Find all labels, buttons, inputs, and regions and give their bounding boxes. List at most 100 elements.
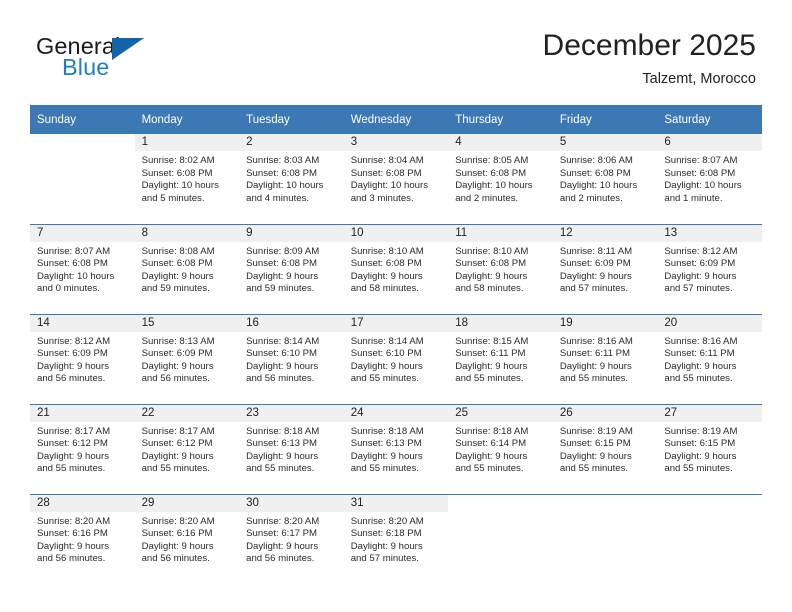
daylight-text-line1: Daylight: 9 hours: [37, 540, 109, 552]
daylight-text-line1: Daylight: 9 hours: [455, 360, 528, 372]
day-number: 19: [552, 314, 658, 332]
day-number: 27: [657, 404, 762, 422]
calendar-day-cell[interactable]: 5 Sunrise: 8:06 AM Sunset: 6:08 PM Daylight…: [552, 134, 658, 224]
calendar-day-cell[interactable]: 9 Sunrise: 8:09 AM Sunset: 6:08 PM Daylight…: [239, 223, 344, 314]
weekday-header-friday: Friday: [552, 105, 658, 134]
sunrise-text: Sunrise: 8:16 AM: [664, 335, 738, 347]
sunset-text: Sunset: 6:08 PM: [37, 258, 108, 270]
calendar-day-cell[interactable]: 27 Sunrise: 8:19 AM Sunset: 6:15 PM Dayligh…: [657, 403, 762, 494]
day-cell-content: 28 Sunrise: 8:20 AM Sunset: 6:16 PM Dayligh…: [30, 494, 135, 584]
day-number: 12: [552, 224, 658, 242]
day-number: 2: [239, 134, 344, 151]
sunrise-text: Sunrise: 8:10 AM: [455, 245, 529, 257]
sunset-text: Sunset: 6:11 PM: [664, 348, 735, 360]
calendar-day-cell[interactable]: 10 Sunrise: 8:10 AM Sunset: 6:08 PM Dayligh…: [343, 223, 449, 314]
day-details: Sunrise: 8:17 AM Sunset: 6:12 PM Daylight:…: [30, 422, 135, 476]
day-cell-content: 27 Sunrise: 8:19 AM Sunset: 6:15 PM Dayligh…: [657, 404, 762, 494]
day-cell-content: 5 Sunrise: 8:06 AM Sunset: 6:08 PM Daylight…: [552, 134, 658, 223]
daylight-text-line2: and 57 minutes.: [559, 283, 629, 295]
sunset-text: Sunset: 6:17 PM: [246, 528, 318, 540]
day-details: Sunrise: 8:09 AM Sunset: 6:08 PM Daylight:…: [239, 242, 344, 296]
daylight-text-line2: and 3 minutes.: [350, 192, 414, 204]
daylight-text-line1: Daylight: 9 hours: [350, 270, 423, 282]
day-cell-content: [448, 494, 553, 584]
calendar-day-cell[interactable]: 21 Sunrise: 8:17 AM Sunset: 6:12 PM Dayligh…: [30, 403, 135, 494]
daylight-text-line1: Daylight: 9 hours: [664, 360, 737, 372]
calendar-day-cell[interactable]: 3 Sunrise: 8:04 AM Sunset: 6:08 PM Daylight…: [343, 134, 449, 224]
daylight-text-line2: and 56 minutes.: [246, 553, 315, 565]
sunset-text: Sunset: 6:09 PM: [664, 258, 736, 270]
sunset-text: Sunset: 6:09 PM: [37, 348, 108, 360]
calendar-day-cell[interactable]: 8 Sunrise: 8:08 AM Sunset: 6:08 PM Daylight…: [134, 223, 240, 314]
daylight-text-line1: Daylight: 9 hours: [559, 360, 632, 372]
day-number: [30, 134, 135, 151]
calendar-day-cell[interactable]: 11 Sunrise: 8:10 AM Sunset: 6:08 PM Dayligh…: [448, 223, 553, 314]
day-cell-content: [657, 494, 762, 584]
calendar-day-cell[interactable]: 30 Sunrise: 8:20 AM Sunset: 6:17 PM Dayligh…: [239, 493, 344, 584]
day-number: 13: [657, 224, 762, 242]
sunrise-text: Sunrise: 8:10 AM: [350, 245, 424, 257]
calendar-day-cell[interactable]: 14 Sunrise: 8:12 AM Sunset: 6:09 PM Dayligh…: [30, 313, 135, 404]
calendar-day-cell[interactable]: 28 Sunrise: 8:20 AM Sunset: 6:16 PM Dayligh…: [30, 493, 135, 584]
sunrise-text: Sunrise: 8:19 AM: [559, 425, 633, 437]
day-number: 3: [343, 134, 449, 151]
daylight-text-line1: Daylight: 9 hours: [350, 540, 423, 552]
daylight-text-line1: Daylight: 10 hours: [455, 180, 533, 192]
day-cell-content: 15 Sunrise: 8:13 AM Sunset: 6:09 PM Dayligh…: [134, 314, 240, 404]
calendar-day-cell[interactable]: 31 Sunrise: 8:20 AM Sunset: 6:18 PM Dayligh…: [343, 493, 449, 584]
day-number: 21: [30, 404, 135, 422]
calendar-day-cell[interactable]: 6 Sunrise: 8:07 AM Sunset: 6:08 PM Daylight…: [657, 134, 762, 224]
day-details: Sunrise: 8:13 AM Sunset: 6:09 PM Daylight:…: [135, 332, 240, 386]
day-cell-content: 21 Sunrise: 8:17 AM Sunset: 6:12 PM Dayligh…: [30, 404, 135, 494]
calendar-day-cell[interactable]: 22 Sunrise: 8:17 AM Sunset: 6:12 PM Dayligh…: [134, 403, 240, 494]
brand-logo[interactable]: General Blue: [36, 33, 216, 91]
calendar-day-cell[interactable]: 15 Sunrise: 8:13 AM Sunset: 6:09 PM Dayligh…: [134, 313, 240, 404]
calendar-day-cell[interactable]: 16 Sunrise: 8:14 AM Sunset: 6:10 PM Dayligh…: [239, 313, 344, 404]
daylight-text-line1: Daylight: 10 hours: [141, 180, 219, 192]
calendar-day-cell[interactable]: 29 Sunrise: 8:20 AM Sunset: 6:16 PM Dayligh…: [134, 493, 240, 584]
day-cell-content: 6 Sunrise: 8:07 AM Sunset: 6:08 PM Daylight…: [657, 134, 762, 223]
calendar-day-cell[interactable]: 17 Sunrise: 8:14 AM Sunset: 6:10 PM Dayligh…: [343, 313, 449, 404]
calendar-day-cell[interactable]: 7 Sunrise: 8:07 AM Sunset: 6:08 PM Daylight…: [30, 223, 135, 314]
page-subtitle: Talzemt, Morocco: [642, 71, 756, 87]
calendar-day-cell[interactable]: 18 Sunrise: 8:15 AM Sunset: 6:11 PM Dayligh…: [448, 313, 553, 404]
sunset-text: Sunset: 6:13 PM: [350, 438, 422, 450]
sunrise-text: Sunrise: 8:17 AM: [141, 425, 215, 437]
calendar-week-row: 28 Sunrise: 8:20 AM Sunset: 6:16 PM Dayligh…: [30, 493, 762, 584]
calendar-day-cell[interactable]: 26 Sunrise: 8:19 AM Sunset: 6:15 PM Dayligh…: [552, 403, 658, 494]
calendar-day-cell[interactable]: 1 Sunrise: 8:02 AM Sunset: 6:08 PM Daylight…: [134, 134, 240, 224]
calendar-day-cell[interactable]: 23 Sunrise: 8:18 AM Sunset: 6:13 PM Dayligh…: [239, 403, 344, 494]
day-details: Sunrise: 8:19 AM Sunset: 6:15 PM Daylight:…: [553, 422, 658, 476]
day-cell-content: 10 Sunrise: 8:10 AM Sunset: 6:08 PM Dayligh…: [343, 224, 449, 314]
day-details: Sunrise: 8:20 AM Sunset: 6:18 PM Daylight:…: [344, 512, 449, 566]
daylight-text-line1: Daylight: 9 hours: [37, 450, 109, 462]
day-details: Sunrise: 8:03 AM Sunset: 6:08 PM Daylight:…: [239, 151, 344, 205]
daylight-text-line2: and 55 minutes.: [664, 463, 733, 475]
daylight-text-line1: Daylight: 9 hours: [559, 270, 632, 282]
day-cell-content: 9 Sunrise: 8:09 AM Sunset: 6:08 PM Daylight…: [239, 224, 344, 314]
calendar-day-cell[interactable]: 12 Sunrise: 8:11 AM Sunset: 6:09 PM Dayligh…: [552, 223, 658, 314]
calendar-day-cell[interactable]: 2 Sunrise: 8:03 AM Sunset: 6:08 PM Daylight…: [239, 134, 344, 224]
calendar-day-cell[interactable]: 25 Sunrise: 8:18 AM Sunset: 6:14 PM Dayligh…: [448, 403, 553, 494]
day-number: 8: [134, 224, 240, 242]
calendar-day-cell[interactable]: 13 Sunrise: 8:12 AM Sunset: 6:09 PM Dayligh…: [657, 223, 762, 314]
weekday-header-wednesday: Wednesday: [343, 105, 449, 134]
day-details: Sunrise: 8:14 AM Sunset: 6:10 PM Daylight:…: [344, 332, 449, 386]
sunrise-text: Sunrise: 8:12 AM: [37, 335, 111, 347]
day-details: Sunrise: 8:11 AM Sunset: 6:09 PM Daylight:…: [553, 242, 658, 296]
day-details: Sunrise: 8:16 AM Sunset: 6:11 PM Daylight:…: [553, 332, 658, 386]
sunset-text: Sunset: 6:15 PM: [559, 438, 631, 450]
calendar-day-cell[interactable]: 20 Sunrise: 8:16 AM Sunset: 6:11 PM Dayligh…: [657, 313, 762, 404]
day-number: 4: [448, 134, 553, 151]
day-number: 11: [448, 224, 553, 242]
daylight-text-line2: and 56 minutes.: [141, 553, 210, 565]
day-cell-content: 19 Sunrise: 8:16 AM Sunset: 6:11 PM Dayligh…: [552, 314, 658, 404]
sunrise-text: Sunrise: 8:06 AM: [559, 155, 633, 166]
day-cell-content: 24 Sunrise: 8:18 AM Sunset: 6:13 PM Dayligh…: [343, 404, 449, 494]
daylight-text-line2: and 1 minute.: [664, 192, 723, 204]
calendar-day-cell[interactable]: 24 Sunrise: 8:18 AM Sunset: 6:13 PM Dayligh…: [343, 403, 449, 494]
calendar-day-cell[interactable]: 4 Sunrise: 8:05 AM Sunset: 6:08 PM Daylight…: [448, 134, 553, 224]
calendar-day-cell[interactable]: 19 Sunrise: 8:16 AM Sunset: 6:11 PM Dayligh…: [552, 313, 658, 404]
day-number: 26: [552, 404, 658, 422]
day-number: 22: [134, 404, 240, 422]
